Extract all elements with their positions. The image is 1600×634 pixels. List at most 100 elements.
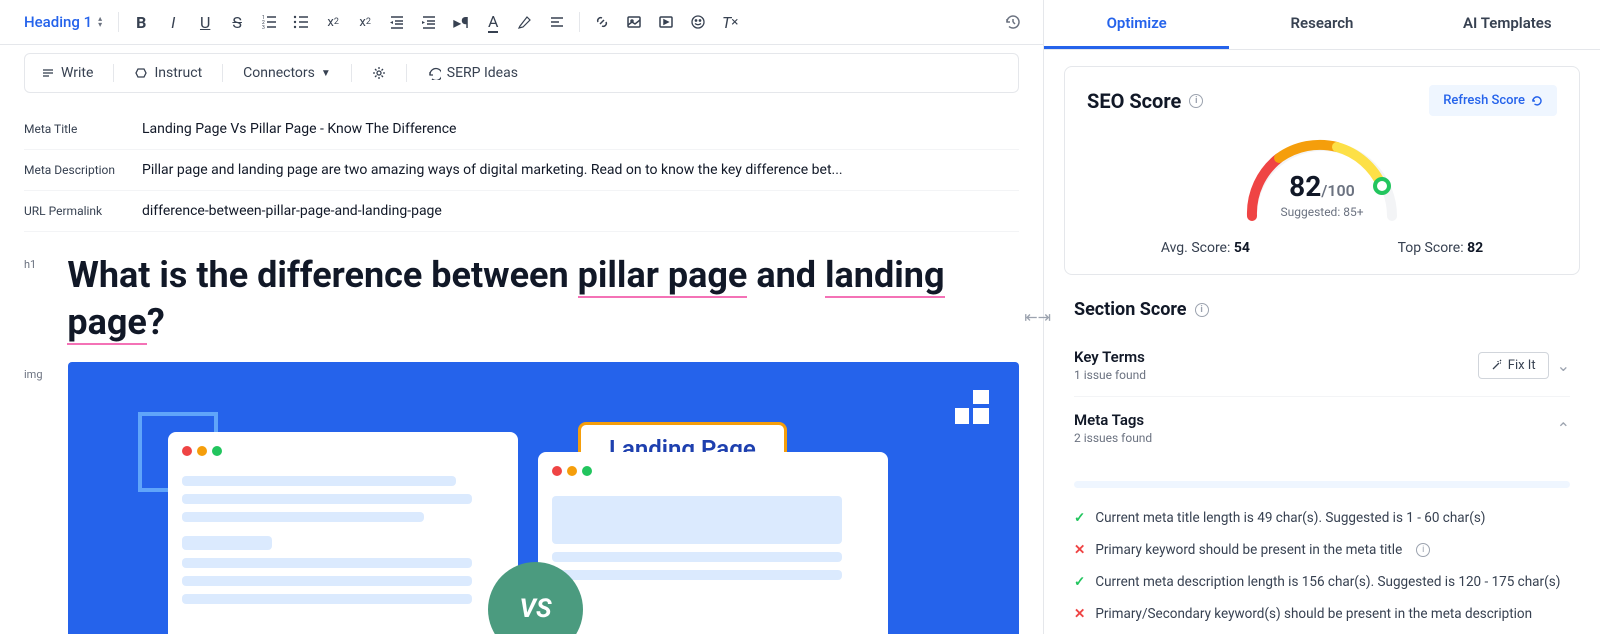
editor-pane: Heading 1 ▴▾ B I U S 123 x2 x2 ▸¶ A T× W… xyxy=(0,0,1044,634)
outdent-icon[interactable] xyxy=(383,8,411,36)
underline-icon[interactable]: U xyxy=(191,8,219,36)
highlight-icon[interactable] xyxy=(511,8,539,36)
score-max: /100 xyxy=(1321,181,1355,200)
heading-1[interactable]: What is the difference between pillar pa… xyxy=(67,252,1019,346)
score-gauge: 82/100 Suggested: 85+ xyxy=(1232,126,1412,226)
key-terms-label: Key Terms xyxy=(1074,348,1146,366)
chevron-down-icon: ▼ xyxy=(321,68,331,79)
tab-bar: Optimize Research AI Templates xyxy=(1044,0,1600,50)
section-score-title: Section Scorei xyxy=(1074,299,1570,320)
check-item: ✕ Primary keyword should be present in th… xyxy=(1074,534,1570,566)
avg-score: Avg. Score: 54 xyxy=(1161,240,1250,256)
connectors-dropdown[interactable]: Connectors ▼ xyxy=(243,65,331,81)
video-icon[interactable] xyxy=(652,8,680,36)
indent-icon[interactable] xyxy=(415,8,443,36)
tab-ai-templates[interactable]: AI Templates xyxy=(1415,0,1600,49)
refresh-score-button[interactable]: Refresh Score xyxy=(1429,85,1557,116)
check-item: ✕ Primary/Secondary keyword(s) should be … xyxy=(1074,598,1570,630)
meta-title-value: Landing Page Vs Pillar Page - Know The D… xyxy=(142,121,456,137)
meta-url-row[interactable]: URL Permalink difference-between-pillar-… xyxy=(24,191,1019,232)
check-item: ✓ Current meta title length is 49 char(s)… xyxy=(1074,502,1570,534)
format-toolbar: Heading 1 ▴▾ B I U S 123 x2 x2 ▸¶ A T× xyxy=(0,0,1043,45)
logo-icon xyxy=(955,390,989,424)
score-suggested: Suggested: 85+ xyxy=(1280,205,1363,219)
ai-toolbar: Write Instruct Connectors ▼ SERP Ideas xyxy=(24,53,1019,93)
check-item: ✓Current meta description length is 156 … xyxy=(1074,566,1570,598)
hero-image[interactable]: Landing Page VS xyxy=(68,362,1019,634)
ordered-list-icon[interactable]: 123 xyxy=(255,8,283,36)
info-icon[interactable]: i xyxy=(1189,94,1203,108)
settings-button[interactable] xyxy=(372,66,386,80)
check-fail-icon: ✕ xyxy=(1074,606,1085,622)
score-value: 82 xyxy=(1289,170,1321,203)
key-terms-count: 1 issue found xyxy=(1074,368,1146,382)
info-icon[interactable]: i xyxy=(1416,543,1430,557)
tab-research[interactable]: Research xyxy=(1229,0,1414,49)
separator xyxy=(406,64,407,82)
meta-title-label: Meta Title xyxy=(24,122,142,136)
check-text: Primary keyword should be present in the… xyxy=(1095,542,1402,558)
pillar-page-card xyxy=(168,432,518,634)
serp-ideas-button[interactable]: SERP Ideas xyxy=(427,65,518,81)
chevron-down-icon[interactable]: ⌄ xyxy=(1557,356,1570,375)
tab-optimize[interactable]: Optimize xyxy=(1044,0,1229,49)
separator xyxy=(579,12,580,32)
meta-desc-row[interactable]: Meta Description Pillar page and landing… xyxy=(24,150,1019,191)
check-text: Current meta title length is 49 char(s).… xyxy=(1095,510,1485,526)
bold-icon[interactable]: B xyxy=(127,8,155,36)
key-terms-row[interactable]: Key Terms 1 issue found Fix It ⌄ xyxy=(1074,334,1570,397)
check-text: Primary/Secondary keyword(s) should be p… xyxy=(1095,606,1532,622)
superscript-icon[interactable]: x2 xyxy=(351,8,379,36)
italic-icon[interactable]: I xyxy=(159,8,187,36)
meta-url-label: URL Permalink xyxy=(24,204,142,218)
check-list: ✓ Current meta title length is 49 char(s)… xyxy=(1044,498,1600,634)
gutter-h1: h1 xyxy=(24,252,43,346)
section-score: Section Scorei Key Terms 1 issue found F… xyxy=(1044,291,1600,467)
instruct-button[interactable]: Instruct xyxy=(134,65,202,81)
clear-format-icon[interactable]: T× xyxy=(716,8,744,36)
gutter-img: img xyxy=(24,362,44,634)
align-icon[interactable] xyxy=(543,8,571,36)
refresh-icon xyxy=(1531,95,1543,107)
keyword-highlight: pillar page xyxy=(578,254,748,298)
meta-tags-row[interactable]: Meta Tags 2 issues found ⌃ xyxy=(1074,397,1570,459)
svg-text:3: 3 xyxy=(262,25,265,30)
seo-score-card: SEO Scorei Refresh Score 82/100 Suggeste… xyxy=(1064,66,1580,275)
info-icon[interactable]: i xyxy=(1195,303,1209,317)
resize-handle-icon[interactable]: ⇤⇥ xyxy=(1024,308,1051,327)
meta-title-row[interactable]: Meta Title Landing Page Vs Pillar Page -… xyxy=(24,109,1019,150)
wand-icon xyxy=(1491,359,1503,371)
check-fail-icon: ✕ xyxy=(1074,542,1085,558)
content-area[interactable]: h1 What is the difference between pillar… xyxy=(0,240,1043,634)
subscript-icon[interactable]: x2 xyxy=(319,8,347,36)
meta-section: Meta Title Landing Page Vs Pillar Page -… xyxy=(0,101,1043,240)
heading-select[interactable]: Heading 1 ▴▾ xyxy=(16,9,110,35)
seo-score-title: SEO Scorei xyxy=(1087,89,1203,113)
emoji-icon[interactable] xyxy=(684,8,712,36)
check-ok-icon: ✓ xyxy=(1074,510,1085,526)
paragraph-icon[interactable]: ▸¶ xyxy=(447,8,475,36)
image-icon[interactable] xyxy=(620,8,648,36)
separator xyxy=(222,64,223,82)
fix-key-terms-button[interactable]: Fix It xyxy=(1478,352,1549,379)
check-ok-icon: ✓ xyxy=(1074,574,1085,590)
chevron-updown-icon: ▴▾ xyxy=(98,16,102,28)
history-icon[interactable] xyxy=(999,8,1027,36)
separator xyxy=(118,12,119,32)
top-score: Top Score: 82 xyxy=(1398,240,1484,256)
write-button[interactable]: Write xyxy=(41,65,93,81)
meta-url-value: difference-between-pillar-page-and-landi… xyxy=(142,203,442,219)
separator xyxy=(351,64,352,82)
meta-desc-label: Meta Description xyxy=(24,163,142,177)
separator xyxy=(113,64,114,82)
link-icon[interactable] xyxy=(588,8,616,36)
meta-tags-label: Meta Tags xyxy=(1074,411,1152,429)
heading-label: Heading 1 xyxy=(24,13,92,31)
landing-page-card xyxy=(538,452,888,634)
meta-desc-value: Pillar page and landing page are two ama… xyxy=(142,162,843,178)
chevron-up-icon[interactable]: ⌃ xyxy=(1557,419,1570,438)
strikethrough-icon[interactable]: S xyxy=(223,8,251,36)
unordered-list-icon[interactable] xyxy=(287,8,315,36)
text-color-icon[interactable]: A xyxy=(479,8,507,36)
meta-tags-count: 2 issues found xyxy=(1074,431,1152,445)
